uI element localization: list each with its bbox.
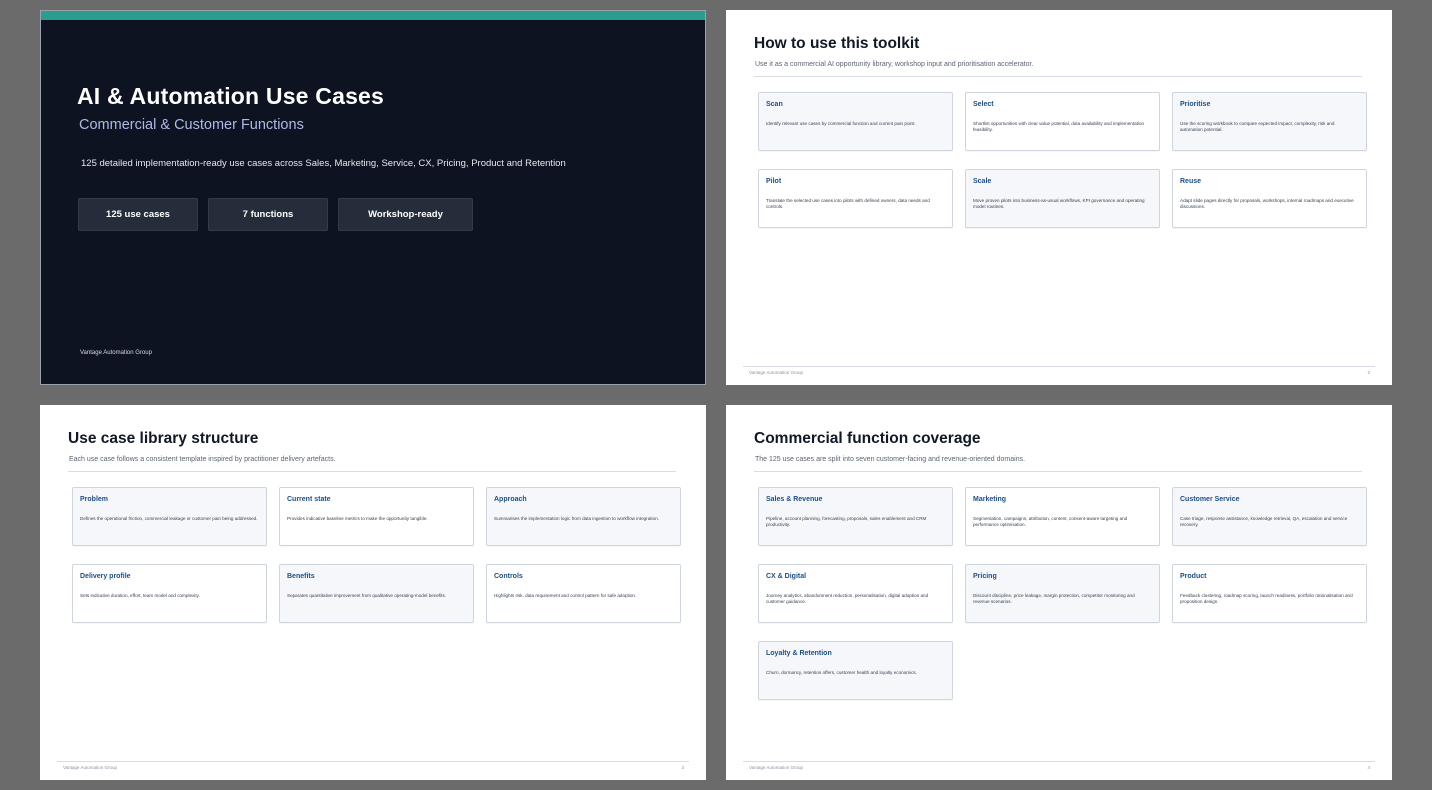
card-body: Feedback clustering, roadmap scoring, la…	[1180, 593, 1353, 604]
card-reuse: Reuse Adapt slide pages directly for pro…	[1172, 169, 1367, 228]
cover-footer: Vantage Automation Group	[80, 350, 152, 356]
card-body: Case triage, response assistance, knowle…	[1180, 516, 1348, 527]
card-delivery-profile: Delivery profile Sets indicative duratio…	[72, 564, 267, 623]
card-body: Shortlist opportunities with clear value…	[973, 121, 1145, 132]
footer-divider	[743, 366, 1375, 367]
pill-use-cases: 125 use cases	[78, 198, 198, 231]
card-title: Marketing	[973, 496, 1007, 503]
footer-divider	[57, 761, 689, 762]
card-scan: Scan Identify relevant use cases by comm…	[758, 92, 953, 151]
card-problem: Problem Defines the operational friction…	[72, 487, 267, 546]
card-body: Provides indicative baseline metrics to …	[287, 516, 428, 521]
card-title: Benefits	[287, 573, 315, 580]
card-title: Current state	[287, 496, 331, 503]
card-title: Delivery profile	[80, 573, 131, 580]
footer-company: Vantage Automation Group	[63, 765, 117, 770]
card-body: Move proven pilots into business-as-usua…	[973, 198, 1145, 209]
title-divider	[754, 471, 1362, 472]
card-body: Separates quantitative improvement from …	[287, 593, 447, 598]
card-title: Reuse	[1180, 178, 1202, 185]
card-title: CX & Digital	[766, 573, 807, 580]
slide-subtitle: The 125 use cases are split into seven c…	[755, 456, 1026, 463]
slide-subtitle: Each use case follows a consistent templ…	[69, 456, 336, 463]
card-body: Segmentation, campaigns, attribution, co…	[973, 516, 1128, 527]
card-title: Loyalty & Retention	[766, 650, 832, 657]
card-title: Product	[1180, 573, 1207, 580]
card-approach: Approach Summarises the implementation l…	[486, 487, 681, 546]
card-title: Pilot	[766, 178, 782, 185]
card-customer-service: Customer Service Case triage, response a…	[1172, 487, 1367, 546]
card-title: Scale	[973, 178, 992, 185]
slide-cover[interactable]: AI & Automation Use Cases Commercial & C…	[40, 10, 706, 385]
slide-toolkit[interactable]: How to use this toolkit Use it as a comm…	[726, 10, 1392, 385]
card-title: Controls	[494, 573, 523, 580]
page-number: 2	[1367, 370, 1370, 375]
card-title: Prioritise	[1180, 101, 1211, 108]
card-pilot: Pilot Translate the selected use cases i…	[758, 169, 953, 228]
card-body: Pipeline, account planning, forecasting,…	[766, 516, 927, 527]
slide-title: Use case library structure	[68, 430, 259, 447]
pill-functions: 7 functions	[208, 198, 328, 231]
card-loyalty-retention: Loyalty & Retention Churn, dormancy, ret…	[758, 641, 953, 700]
card-title: Select	[973, 101, 994, 108]
card-select: Select Shortlist opportunities with clea…	[965, 92, 1160, 151]
card-title: Scan	[766, 101, 783, 108]
card-body: Use the scoring workbook to compare expe…	[1180, 121, 1335, 132]
card-body: Summarises the implementation logic from…	[494, 516, 659, 521]
card-title: Problem	[80, 496, 109, 503]
card-body: Highlights risk, data requirement and co…	[494, 593, 637, 598]
card-body: Translate the selected use cases into pi…	[766, 198, 930, 209]
card-prioritise: Prioritise Use the scoring workbook to c…	[1172, 92, 1367, 151]
slide-coverage[interactable]: Commercial function coverage The 125 use…	[726, 405, 1392, 780]
title-divider	[754, 76, 1362, 77]
card-body: Defines the operational friction, commer…	[80, 516, 258, 521]
card-benefits: Benefits Separates quantitative improvem…	[279, 564, 474, 623]
card-controls: Controls Highlights risk, data requireme…	[486, 564, 681, 623]
card-body: Sets indicative duration, effort, team m…	[80, 593, 200, 598]
slide-title: How to use this toolkit	[754, 35, 920, 52]
card-body: Churn, dormancy, retention offers, custo…	[766, 670, 917, 675]
card-body: Discount discipline, price leakage, marg…	[973, 593, 1135, 604]
card-body: Adapt slide pages directly for proposals…	[1180, 198, 1354, 209]
card-body: Journey analytics, abandonment reduction…	[766, 593, 929, 604]
title-divider	[68, 471, 676, 472]
page-number: 4	[1367, 765, 1370, 770]
card-title: Customer Service	[1180, 496, 1240, 503]
card-marketing: Marketing Segmentation, campaigns, attri…	[965, 487, 1160, 546]
card-body: Identify relevant use cases by commercia…	[766, 121, 916, 126]
accent-bar	[41, 11, 705, 20]
card-cx-digital: CX & Digital Journey analytics, abandonm…	[758, 564, 953, 623]
card-current-state: Current state Provides indicative baseli…	[279, 487, 474, 546]
card-title: Pricing	[973, 573, 997, 580]
pill-workshop-ready: Workshop-ready	[338, 198, 473, 231]
cover-description: 125 detailed implementation-ready use ca…	[81, 158, 566, 169]
cover-title: AI & Automation Use Cases	[77, 83, 385, 109]
footer-company: Vantage Automation Group	[749, 765, 803, 770]
slide-structure[interactable]: Use case library structure Each use case…	[40, 405, 706, 780]
slide-subtitle: Use it as a commercial AI opportunity li…	[755, 61, 1034, 68]
card-scale: Scale Move proven pilots into business-a…	[965, 169, 1160, 228]
card-title: Approach	[494, 496, 527, 503]
page-number: 3	[681, 765, 684, 770]
card-title: Sales & Revenue	[766, 496, 823, 503]
card-product: Product Feedback clustering, roadmap sco…	[1172, 564, 1367, 623]
footer-divider	[743, 761, 1375, 762]
footer-company: Vantage Automation Group	[749, 370, 803, 375]
cover-subtitle: Commercial & Customer Functions	[79, 117, 304, 133]
card-sales-revenue: Sales & Revenue Pipeline, account planni…	[758, 487, 953, 546]
card-pricing: Pricing Discount discipline, price leaka…	[965, 564, 1160, 623]
slide-title: Commercial function coverage	[754, 430, 981, 447]
